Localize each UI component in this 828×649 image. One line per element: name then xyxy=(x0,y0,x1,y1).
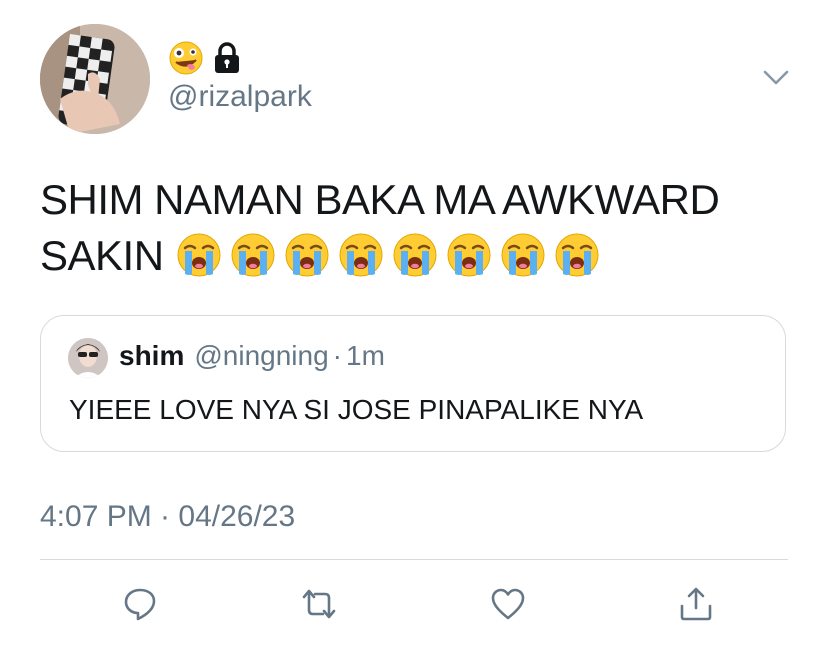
chevron-down-icon[interactable] xyxy=(762,66,790,90)
quoted-text: YIEEE LOVE NYA SI JOSE PINAPALIKE NYA xyxy=(69,394,644,425)
avatar-image xyxy=(40,24,150,134)
loudly-crying-face-icon xyxy=(177,233,221,277)
quoted-time: 1m xyxy=(346,340,385,371)
like-icon xyxy=(491,588,525,620)
retweet-button[interactable] xyxy=(299,584,339,624)
loudly-crying-face-icon xyxy=(447,233,491,277)
loudly-crying-face-icon xyxy=(501,233,545,277)
profile-avatar[interactable] xyxy=(40,24,150,134)
zany-face-emoji-icon xyxy=(169,41,203,75)
tweet-text-line2: SAKIN xyxy=(40,232,164,279)
share-icon xyxy=(680,587,712,621)
reply-button[interactable] xyxy=(120,584,160,624)
tweet-text-line1: SHIM NAMAN BAKA MA AWKWARD xyxy=(40,176,720,223)
name-row xyxy=(168,40,242,76)
tweet-text: SHIM NAMAN BAKA MA AWKWARD SAKIN xyxy=(40,172,800,284)
lock-icon xyxy=(215,42,239,73)
quoted-separator: · xyxy=(332,340,342,371)
tweet-timestamp[interactable]: 4:07 PM · 04/26/23 xyxy=(40,500,295,534)
quoted-header: shim @ningning · 1m xyxy=(119,340,385,372)
loudly-crying-face-icon xyxy=(339,233,383,277)
quoted-name[interactable]: shim xyxy=(119,340,184,372)
tweet-text-line2-row: SAKIN xyxy=(40,228,800,284)
reply-icon xyxy=(124,588,156,621)
quoted-tweet[interactable]: shim @ningning · 1m YIEEE LOVE NYA SI JO… xyxy=(40,315,786,452)
quoted-avatar[interactable] xyxy=(68,338,108,378)
loudly-crying-face-icon xyxy=(231,233,275,277)
user-handle[interactable]: @rizalpark xyxy=(168,80,312,114)
loudly-crying-face-icon xyxy=(555,233,599,277)
share-button[interactable] xyxy=(676,584,716,624)
retweet-icon xyxy=(302,589,336,619)
loudly-crying-face-icon xyxy=(393,233,437,277)
quoted-handle[interactable]: @ningning xyxy=(194,340,328,372)
crying-emoji-row xyxy=(176,232,600,278)
loudly-crying-face-icon xyxy=(285,233,329,277)
quoted-avatar-image xyxy=(68,338,108,378)
like-button[interactable] xyxy=(488,584,528,624)
divider xyxy=(40,559,788,560)
